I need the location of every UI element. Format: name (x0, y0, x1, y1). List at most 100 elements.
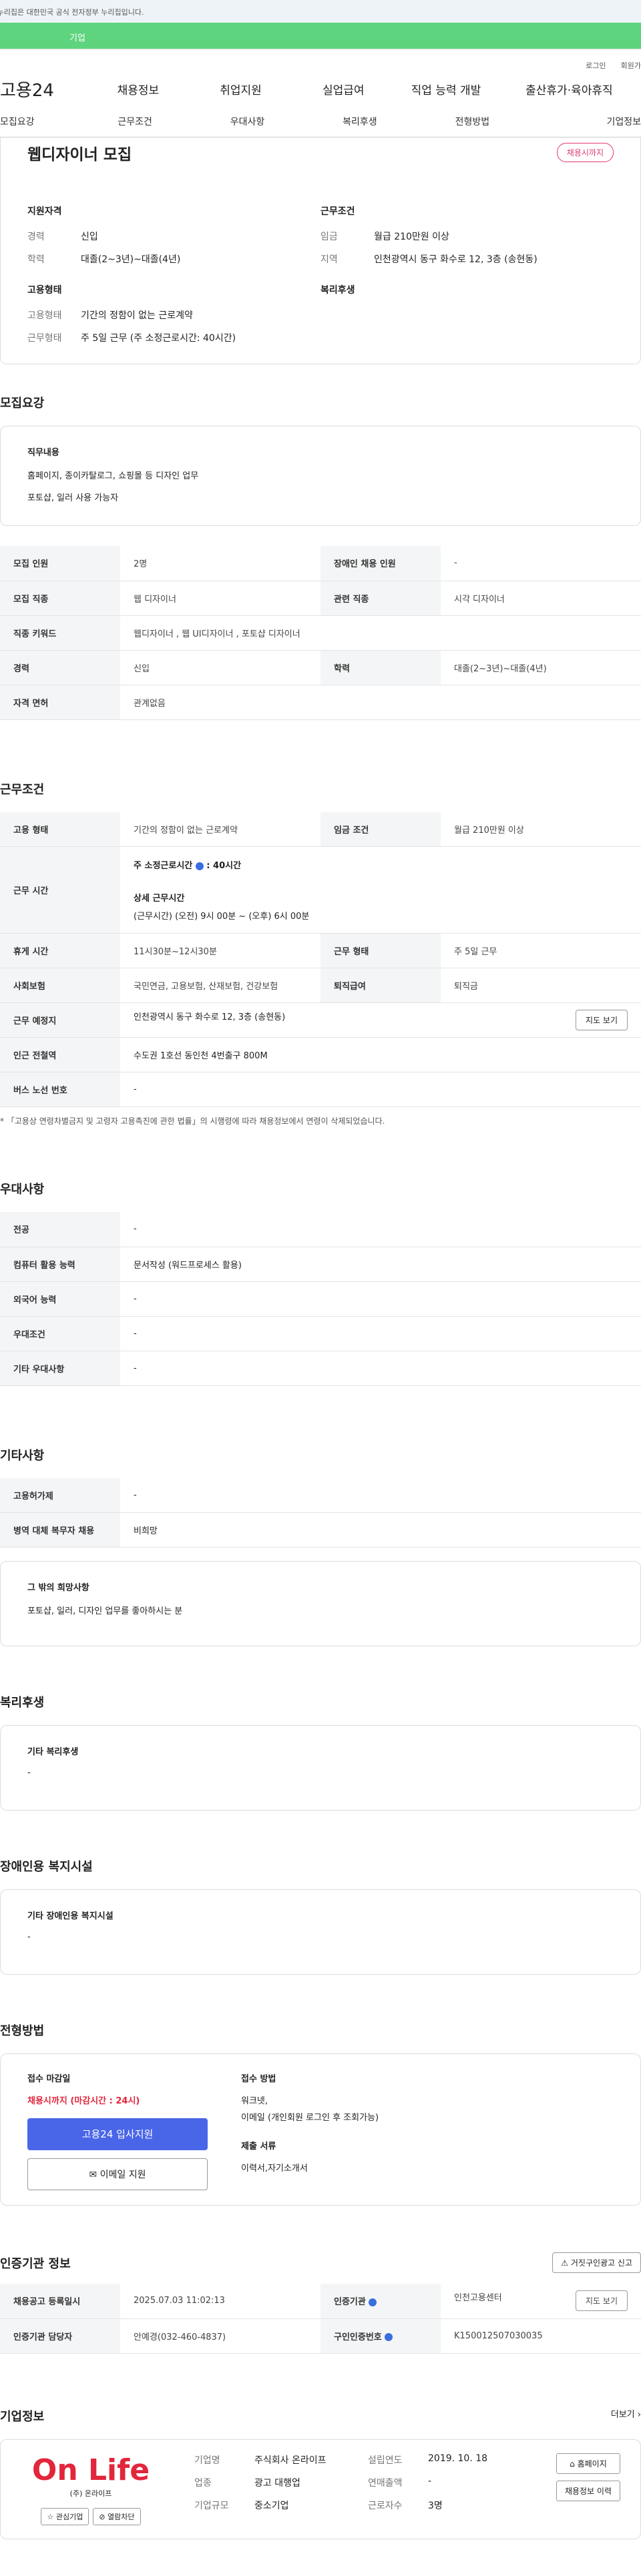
site-logo[interactable]: 고용24 (0, 77, 87, 101)
select-section-title: 전형방법 (0, 2024, 45, 2038)
cond-region-value: 인천광역시 동구 화수로 12, 3층 (송현동) (374, 254, 538, 265)
table-row: 사회보험 국민연금, 고용보험, 산재보험, 건강보험 퇴직급여 퇴직금 (0, 968, 641, 1003)
emp-heading: 고용형태 (27, 285, 62, 296)
info-icon[interactable] (369, 2298, 377, 2306)
table-row: 고용 형태 기간의 정함이 없는 근로계약 임금 조건 월급 210만원 이상 (0, 812, 641, 847)
alert-icon: ⚠ (561, 2258, 571, 2268)
subnav-company[interactable]: 기업정보 (529, 115, 641, 128)
table-row: 근무 예정지 인천광역시 동구 화수로 12, 3층 (송현동) 지도 보기 (0, 1002, 641, 1038)
job-history-button[interactable]: 채용정보 이력 (556, 2480, 620, 2501)
duty-box: 직무내용 홈페이지, 종이카탈로그, 쇼핑몰 등 디자인 업무 포토샵, 일러 … (0, 426, 641, 526)
duty-line-2: 포토샵, 일러 사용 가능자 (27, 493, 119, 503)
emp-form-value: 주 5일 근무 (주 소정근로시간: 40시간) (81, 333, 236, 344)
section-nav: 모집요강 근무조건 우대사항 복리후생 전형방법 기업정보 (0, 105, 641, 137)
subnav-work[interactable]: 근무조건 (79, 115, 191, 128)
info-icon[interactable] (385, 2333, 393, 2341)
job-summary-card: 웹디자이너 모집 채용시까지 지원자격 경력 신입 학력 대졸(2~3년)~대졸(4… (0, 137, 641, 364)
email-apply-button[interactable]: ✉ 이메일 지원 (27, 2158, 208, 2190)
method-line-2: 이메일 (개인회원 로그인 후 조회가능) (241, 2113, 379, 2123)
table-row: 모집 직종 웹 디자이너 관련 직종 시각 디자이너 (0, 581, 641, 616)
deadline-heading: 접수 마감일 (27, 2074, 71, 2084)
subnav-pref[interactable]: 우대사항 (191, 115, 303, 128)
disab-section-title: 장애인용 복지시설 (0, 1860, 93, 1874)
info-icon[interactable] (195, 862, 204, 870)
work-table: 고용 형태 기간의 정함이 없는 근로계약 임금 조건 월급 210만원 이상 근무 … (0, 812, 641, 1107)
pref-table: 전공 - 컴퓨터 활용 능력 문서작성 (워드프로세스 활용) 외국어 능력 - 우대… (0, 1212, 641, 1386)
pref-section-title: 우대사항 (0, 1183, 45, 1197)
company-box: On Life (주) 온라이프 ☆ 관심기업 ⊘ 열람차단 기업명 주식회사 온… (0, 2439, 641, 2539)
table-row: 우대조건 - (0, 1316, 641, 1351)
homepage-button[interactable]: ⌂ 홈페이지 (556, 2453, 620, 2474)
gnb-jobs[interactable]: 채용정보 (87, 81, 190, 97)
table-row: 직종 키워드 웹디자이너 , 웹 UI디자이너 , 포토샵 디자이너 (0, 615, 641, 651)
user-type-tabs: 개인 기업 (0, 23, 641, 49)
cert-map-button[interactable]: 지도 보기 (576, 2290, 628, 2312)
age-note: * 「고용상 연령차별금지 및 고령자 고용촉진에 관한 법률」의 시행령에 따… (0, 1116, 385, 1126)
report-button[interactable]: ⚠ 거짓구인광고 신고 (552, 2252, 641, 2273)
table-row: 병역 대체 복무자 채용 비희망 (0, 1512, 641, 1548)
req-edu-label: 학력 (27, 254, 45, 265)
welfare-section-title: 복리후생 (0, 1696, 45, 1710)
welfare-value: - (27, 1768, 31, 1778)
company-section-title: 기업정보 (0, 2409, 45, 2424)
etc-table: 고용허가제 - 병역 대체 복무자 채용 비희망 (0, 1478, 641, 1548)
work-place: 인천광역시 동구 화수로 12, 3층 (송현동) (134, 1012, 286, 1022)
gnb-unemployment[interactable]: 실업급여 (292, 81, 395, 97)
table-row: 휴게 시간 11시30분~12시30분 근무 형태 주 5일 근무 (0, 933, 641, 968)
gnb-training[interactable]: 직업 능력 개발 (395, 81, 497, 97)
emp-type-value: 기간의 정함이 없는 근로계약 (81, 310, 193, 321)
signup-link[interactable]: 회원가입 (621, 60, 641, 72)
select-box: 접수 마감일 채용시까지 (마감시간 : 24시) 고용24 입사지원 ✉ 이메… (0, 2053, 641, 2206)
etc-section-title: 기타사항 (0, 1448, 45, 1463)
company-logo: On Life (31, 2453, 150, 2487)
docs-heading: 제출 서류 (241, 2142, 276, 2152)
favorite-button[interactable]: ☆ 관심기업 (41, 2507, 89, 2525)
table-row: 기타 우대사항 - (0, 1351, 641, 1386)
disab-heading: 기타 장애인용 복지시설 (27, 1911, 114, 1921)
tab-company[interactable]: 기업 (0, 23, 641, 49)
disab-value: - (27, 1932, 31, 1942)
gnb-leave[interactable]: 출산휴가·육아휴직 (497, 81, 641, 97)
welfare-heading: 기타 복리후생 (27, 1747, 79, 1757)
table-row: 경력 신입 학력 대졸(2~3년)~대졸(4년) (0, 650, 641, 685)
wish-text: 포토샵, 일러, 디자인 업무를 좋아하시는 분 (27, 1606, 183, 1616)
table-row: 자격 면허 관계없음 (0, 685, 641, 720)
table-row: 고용허가제 - (0, 1478, 641, 1513)
cond-wage-label: 임금 (320, 232, 338, 242)
util-menu: 로그인 회원가입 (0, 49, 641, 72)
deadline-value: 채용시까지 (마감시간 : 24시) (27, 2096, 140, 2106)
global-nav: 고용24 채용정보 취업지원 실업급여 직업 능력 개발 출산휴가·육아휴직 (0, 72, 641, 105)
weekly-hours: 주 소정근로시간 : 40시간 (134, 861, 242, 871)
docs-value: 이력서,자기소개서 (241, 2164, 308, 2174)
job-title: 웹디자이너 모집 (27, 146, 132, 164)
duty-line-1: 홈페이지, 종이카탈로그, 쇼핑몰 등 디자인 업무 (27, 471, 199, 481)
table-row: 외국어 능력 - (0, 1281, 641, 1317)
apply-button[interactable]: 고용24 입사지원 (27, 2118, 208, 2150)
company-logo-sub: (주) 온라이프 (69, 2489, 112, 2498)
table-row: 버스 노선 번호 - (0, 1072, 641, 1107)
emp-type-label: 고용형태 (27, 310, 62, 321)
more-link[interactable]: 더보기 › (611, 2407, 641, 2425)
table-row: 컴퓨터 활용 능력 문서작성 (워드프로세스 활용) (0, 1247, 641, 1282)
table-row: 전공 - (0, 1212, 641, 1247)
subnav-welfare[interactable]: 복리후생 (304, 115, 416, 128)
table-row: 인근 전철역 수도권 1호선 동인천 4번출구 800M (0, 1037, 641, 1072)
cond-region-label: 지역 (320, 254, 338, 265)
welfare-box: 기타 복리후생 - (0, 1725, 641, 1811)
req-career-label: 경력 (27, 232, 45, 242)
duty-heading: 직무내용 (27, 448, 59, 458)
map-button[interactable]: 지도 보기 (576, 1010, 628, 1030)
mail-icon: ✉ (89, 2170, 100, 2180)
gov-banner: 이 누리집은 대한민국 공식 전자정부 누리집입니다. (0, 0, 641, 23)
block-button[interactable]: ⊘ 열람차단 (93, 2507, 141, 2525)
emp-form-label: 근무형태 (27, 333, 62, 344)
req-career-value: 신입 (81, 232, 98, 242)
subnav-recruit[interactable]: 모집요강 (0, 115, 79, 128)
benefit-heading: 복리후생 (320, 285, 355, 296)
detail-hours-heading: 상세 근무시간 (134, 894, 185, 904)
table-row: 모집 인원 2명 장애인 채용 인원 - (0, 546, 641, 581)
gnb-support[interactable]: 취업지원 (190, 81, 292, 97)
subnav-select[interactable]: 전형방법 (416, 115, 528, 128)
table-row: 인증기관 담당자 안예경(032-460-4837) 구인인증번호 K1500125… (0, 2318, 641, 2354)
login-link[interactable]: 로그인 (586, 60, 606, 72)
